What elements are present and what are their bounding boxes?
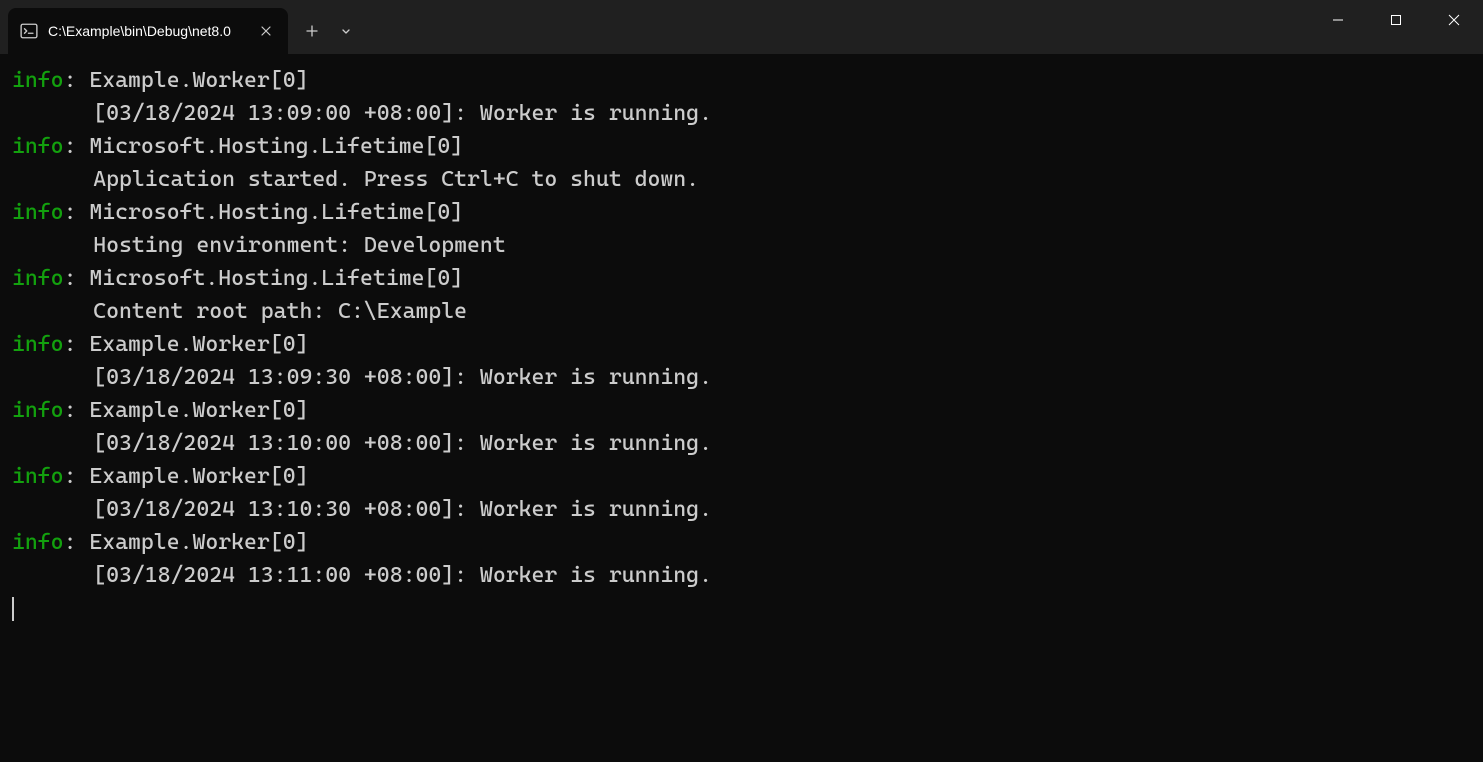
log-source: : Example.Worker[0]	[64, 398, 309, 423]
log-entry: info: Example.Worker[0]	[12, 64, 1471, 97]
log-level: info	[12, 464, 64, 489]
minimize-button[interactable]	[1309, 0, 1367, 40]
terminal-output[interactable]: info: Example.Worker[0][03/18/2024 13:09…	[0, 54, 1483, 762]
log-entry: info: Example.Worker[0]	[12, 460, 1471, 493]
log-source: : Microsoft.Hosting.Lifetime[0]	[64, 266, 464, 291]
log-entry: info: Example.Worker[0]	[12, 328, 1471, 361]
log-level: info	[12, 134, 64, 159]
log-entry: info: Example.Worker[0]	[12, 526, 1471, 559]
log-entry: info: Microsoft.Hosting.Lifetime[0]	[12, 130, 1471, 163]
log-message: [03/18/2024 13:10:30 +08:00]: Worker is …	[12, 493, 1471, 526]
log-level: info	[12, 530, 64, 555]
log-level: info	[12, 200, 64, 225]
log-source: : Microsoft.Hosting.Lifetime[0]	[64, 134, 464, 159]
terminal-icon	[20, 22, 38, 40]
log-source: : Example.Worker[0]	[64, 530, 309, 555]
close-button[interactable]	[1425, 0, 1483, 40]
maximize-button[interactable]	[1367, 0, 1425, 40]
log-source: : Example.Worker[0]	[64, 464, 309, 489]
tab-dropdown-button[interactable]	[330, 13, 362, 49]
log-message: Application started. Press Ctrl+C to shu…	[12, 163, 1471, 196]
tab-active[interactable]: C:\Example\bin\Debug\net8.0	[8, 8, 288, 54]
cursor	[12, 597, 14, 621]
window-controls	[1309, 0, 1483, 40]
log-level: info	[12, 68, 64, 93]
tab-title: C:\Example\bin\Debug\net8.0	[48, 23, 248, 39]
log-entry: info: Microsoft.Hosting.Lifetime[0]	[12, 196, 1471, 229]
log-source: : Example.Worker[0]	[64, 68, 309, 93]
log-entry: info: Example.Worker[0]	[12, 394, 1471, 427]
tabs-row: C:\Example\bin\Debug\net8.0	[8, 8, 362, 54]
log-level: info	[12, 266, 64, 291]
log-level: info	[12, 332, 64, 357]
tab-close-button[interactable]	[256, 21, 276, 41]
log-message: Content root path: C:\Example	[12, 295, 1471, 328]
log-message: Hosting environment: Development	[12, 229, 1471, 262]
titlebar: C:\Example\bin\Debug\net8.0	[0, 0, 1483, 54]
log-source: : Example.Worker[0]	[64, 332, 309, 357]
log-level: info	[12, 398, 64, 423]
log-message: [03/18/2024 13:10:00 +08:00]: Worker is …	[12, 427, 1471, 460]
log-message: [03/18/2024 13:09:00 +08:00]: Worker is …	[12, 97, 1471, 130]
new-tab-button[interactable]	[294, 13, 330, 49]
log-message: [03/18/2024 13:09:30 +08:00]: Worker is …	[12, 361, 1471, 394]
cursor-line	[12, 592, 1471, 625]
log-entry: info: Microsoft.Hosting.Lifetime[0]	[12, 262, 1471, 295]
log-message: [03/18/2024 13:11:00 +08:00]: Worker is …	[12, 559, 1471, 592]
log-source: : Microsoft.Hosting.Lifetime[0]	[64, 200, 464, 225]
